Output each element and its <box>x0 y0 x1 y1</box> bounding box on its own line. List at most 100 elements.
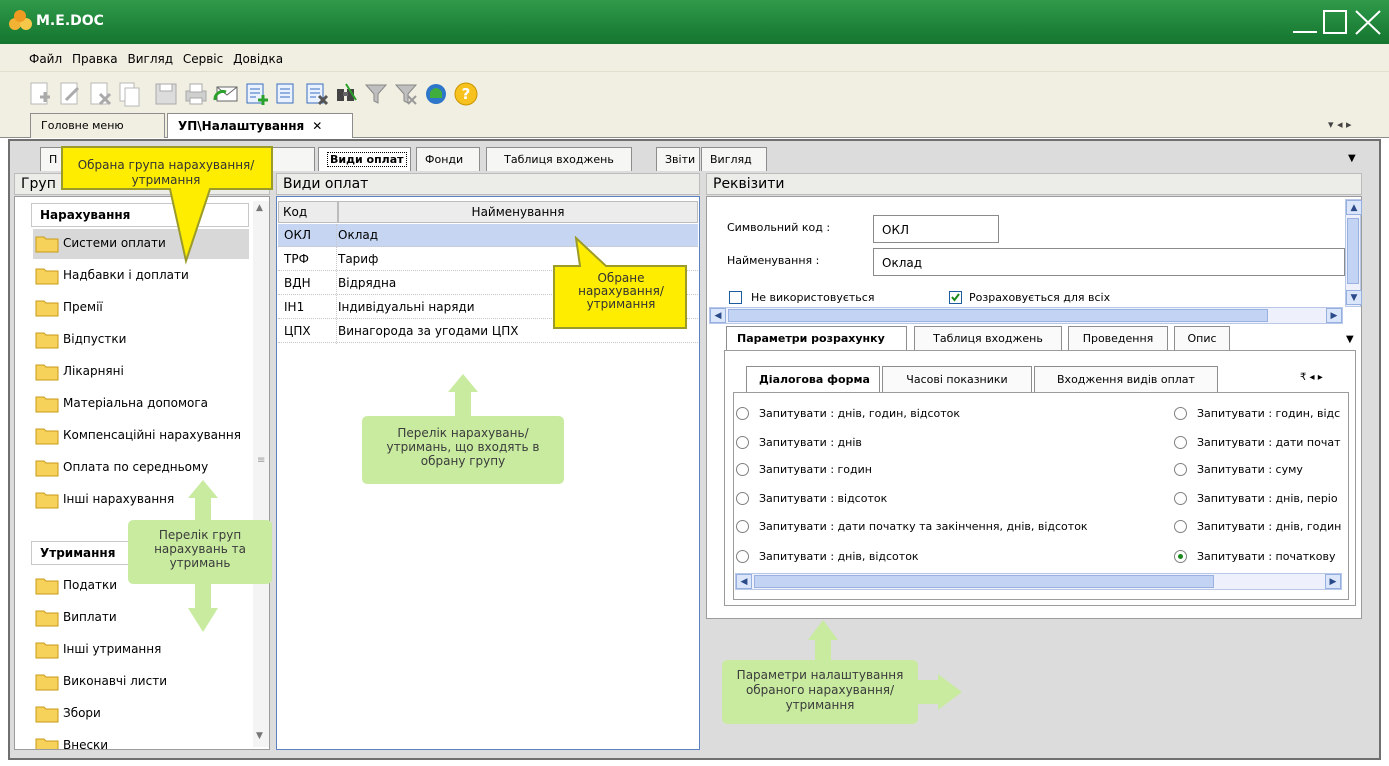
tab-scroll-controls[interactable]: ▾ ◂ ▸ <box>1328 118 1352 131</box>
radio-initial[interactable] <box>1174 550 1187 563</box>
groups-panel: Нарахування Системи оплати Надбавки і до… <box>14 196 270 750</box>
menu-service[interactable]: Сервіс <box>180 48 226 70</box>
horizontal-scrollbar[interactable]: ◀ ▶ <box>709 307 1343 324</box>
vertical-scrollbar[interactable]: ▲ ≡ ▼ <box>253 201 269 747</box>
tab-calc-params[interactable]: Параметри розрахунку <box>726 326 907 350</box>
menu-edit[interactable]: Правка <box>69 48 121 70</box>
chevron-down-icon[interactable]: ▼ <box>1346 334 1354 345</box>
group-item[interactable]: Надбавки і доплати <box>33 261 249 291</box>
group-item[interactable]: Інші утримання <box>33 635 249 665</box>
scroll-thumb[interactable] <box>728 309 1268 322</box>
tab-postings[interactable]: Проведення <box>1068 326 1168 350</box>
scroll-right-icon[interactable]: ▶ <box>1325 574 1341 589</box>
filter-icon[interactable] <box>362 80 390 108</box>
group-deductions-heading[interactable]: Утримання <box>31 541 131 565</box>
scroll-right-icon[interactable]: ▶ <box>1326 308 1342 323</box>
group-item[interactable]: Виконавчі листи <box>33 667 249 697</box>
copy-doc-icon[interactable] <box>116 80 144 108</box>
find-icon[interactable] <box>332 80 360 108</box>
radio-days[interactable] <box>736 436 749 449</box>
tab-close-icon[interactable]: ✕ <box>312 119 322 133</box>
radio-sum[interactable] <box>1174 463 1187 476</box>
scroll-thumb[interactable] <box>1347 218 1359 284</box>
radio-hours[interactable] <box>736 463 749 476</box>
tab-inclusion-table-2[interactable]: Таблиця входжень <box>914 326 1062 350</box>
folder-icon <box>35 236 59 253</box>
tab-settings[interactable]: УП\Налаштування ✕ <box>167 113 353 138</box>
radio-percent[interactable] <box>736 492 749 505</box>
menu-file[interactable]: Файл <box>26 48 65 70</box>
export-icon[interactable] <box>302 80 330 108</box>
group-item[interactable]: Лікарняні <box>33 357 249 387</box>
delete-doc-icon[interactable] <box>86 80 114 108</box>
vertical-scrollbar[interactable]: ▲ ▼ <box>1345 199 1362 307</box>
tab-funds[interactable]: Фонди <box>416 147 480 171</box>
scroll-down-icon[interactable]: ▼ <box>256 731 263 741</box>
close-icon[interactable] <box>1352 7 1384 37</box>
radio-label: Запитувати : відсоток <box>759 492 888 505</box>
group-item[interactable]: Внески <box>33 731 249 749</box>
maximize-icon[interactable] <box>1320 7 1352 37</box>
menu-help[interactable]: Довідка <box>230 48 286 70</box>
row-name: Індивідуальні наряди <box>338 300 475 314</box>
radio-label: Запитувати : годин, відс <box>1197 407 1341 420</box>
radio-label: Запитувати : днів, годин <box>1197 520 1342 533</box>
scroll-left-icon[interactable]: ◀ <box>710 308 726 323</box>
name-field[interactable]: Оклад <box>873 248 1345 276</box>
list-icon[interactable] <box>272 80 300 108</box>
print-icon[interactable] <box>182 80 210 108</box>
add-doc-icon[interactable] <box>26 80 54 108</box>
tab-home-menu[interactable]: Головне меню <box>30 113 165 138</box>
help-icon[interactable]: ? <box>452 80 480 108</box>
radio-days-hours-percent[interactable] <box>736 407 749 420</box>
tab-inclusion-table[interactable]: Таблиця входжень <box>486 147 632 171</box>
tab-view[interactable]: Вигляд <box>701 147 767 171</box>
update-icon[interactable] <box>422 80 450 108</box>
subtab-pay-inclusion[interactable]: Входження видів оплат <box>1034 366 1218 392</box>
tab-reports[interactable]: Звіти <box>656 147 700 171</box>
radio-label: Запитувати : днів, годин, відсоток <box>759 407 961 420</box>
title-bar: M.E.DOC <box>0 0 1389 44</box>
radio-days-hours[interactable] <box>1174 520 1187 533</box>
scroll-thumb[interactable] <box>754 575 1214 588</box>
minimize-icon[interactable] <box>1289 7 1321 37</box>
subtab-dialog-form[interactable]: Діалогова форма <box>746 366 880 392</box>
subtab-time-indicators[interactable]: Часові показники <box>882 366 1032 392</box>
radio-dates-days-percent[interactable] <box>736 520 749 533</box>
unused-label: Не використовується <box>751 291 875 304</box>
group-item[interactable]: Збори <box>33 699 249 729</box>
row-code: ВДН <box>284 276 311 290</box>
row-code: ОКЛ <box>284 228 311 242</box>
scroll-up-icon[interactable]: ▲ <box>1346 200 1362 215</box>
radio-hours-percent[interactable] <box>1174 407 1187 420</box>
scroll-left-icon[interactable]: ◀ <box>736 574 752 589</box>
calc-for-all-checkbox[interactable] <box>949 291 962 304</box>
unused-checkbox[interactable] <box>729 291 742 304</box>
horizontal-scrollbar[interactable]: ◀ ▶ <box>735 573 1342 590</box>
menu-view[interactable]: Вигляд <box>124 48 176 70</box>
radio-start-dates[interactable] <box>1174 436 1187 449</box>
scroll-down-icon[interactable]: ▼ <box>1346 290 1362 305</box>
radio-days-period[interactable] <box>1174 492 1187 505</box>
menu-bar: Файл Правка Вигляд Сервіс Довідка <box>0 44 1389 72</box>
radio-days-percent[interactable] <box>736 550 749 563</box>
edit-doc-icon[interactable] <box>56 80 84 108</box>
column-header-name[interactable]: Найменування <box>338 201 698 223</box>
pay-types-panel-header: Види оплат <box>276 173 700 195</box>
group-item[interactable]: Матеріальна допомога <box>33 389 249 419</box>
radio-label: Запитувати : дати почат <box>1197 436 1341 449</box>
column-header-code[interactable]: Код <box>278 201 338 223</box>
clear-filter-icon[interactable] <box>392 80 420 108</box>
scroll-grip-icon[interactable]: ≡ <box>257 455 265 466</box>
tab-description[interactable]: Опис <box>1174 326 1230 350</box>
save-icon[interactable] <box>152 80 180 108</box>
group-item[interactable]: Компенсаційні нарахування <box>33 421 249 451</box>
code-field[interactable]: ОКЛ <box>873 215 999 243</box>
send-email-icon[interactable] <box>212 80 240 108</box>
import-icon[interactable] <box>242 80 270 108</box>
group-item[interactable]: Відпустки <box>33 325 249 355</box>
group-item[interactable]: Премії <box>33 293 249 323</box>
chevron-down-icon[interactable]: ▼ <box>1348 153 1356 164</box>
tab-pay-types[interactable]: Види оплат <box>318 147 411 171</box>
subtab-scroll-controls[interactable]: ₹ ◂ ▸ <box>1300 372 1323 383</box>
